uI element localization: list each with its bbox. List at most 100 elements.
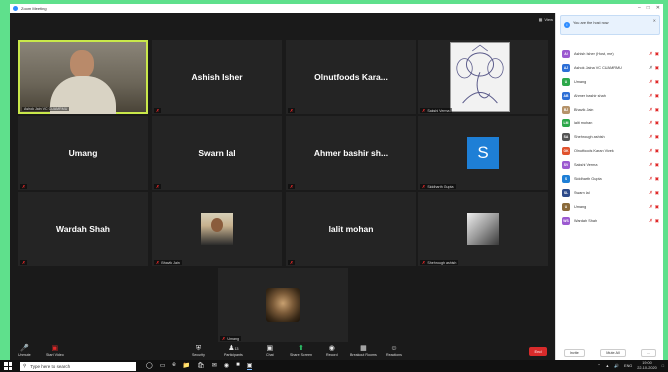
mic-muted-icon: ✗	[222, 336, 226, 341]
windows-start-icon[interactable]	[4, 362, 12, 370]
more-button[interactable]: ...	[641, 349, 657, 357]
participant-tile[interactable]: Wardah Shah ✗	[18, 192, 148, 266]
participant-tile[interactable]: lalit mohan ✗	[286, 192, 416, 266]
chevron-up-icon[interactable]: ⌃	[597, 363, 600, 368]
tile-label: Ashok Jain VC CUAMRMU	[22, 107, 70, 111]
mic-icon[interactable]: ✗	[649, 65, 653, 71]
video-off-icon[interactable]: ▣	[655, 204, 659, 210]
tile-label: ✗ Sakshi Verma	[420, 108, 452, 113]
language-indicator[interactable]: ENG	[624, 364, 632, 368]
reactions-button[interactable]: ☺ Reactions	[386, 345, 402, 357]
shield-icon: ⛨	[195, 345, 202, 352]
video-off-icon[interactable]: ▣	[655, 176, 659, 182]
record-button[interactable]: ◉ Record	[326, 345, 338, 357]
participant-tile[interactable]: Ahmer bashir sh... ✗	[286, 116, 416, 190]
participant-row[interactable]: LM lalit mohan ✗ ▣	[556, 116, 663, 130]
mic-muted-icon[interactable]: ✗	[649, 93, 653, 99]
participant-row[interactable]: SV Sakshi Verma ✗ ▣	[556, 158, 663, 172]
mic-muted-icon[interactable]: ✗	[649, 176, 653, 182]
video-off-icon[interactable]: ▣	[655, 51, 659, 57]
mic-muted-icon[interactable]: ✗	[649, 107, 653, 113]
participant-tile[interactable]: ✗ Bhavik Jain	[152, 192, 282, 266]
participant-row[interactable]: AI Ashish Isher (Host, me) ✗ ▣	[556, 47, 663, 61]
tile-label: ✗	[154, 184, 162, 189]
participant-tile[interactable]: ✗ Umang	[218, 268, 348, 342]
start-video-button[interactable]: ▣ Start Video	[46, 345, 64, 357]
chat-button[interactable]: ▣ Chat	[266, 345, 274, 357]
video-off-icon[interactable]: ▣	[655, 218, 659, 224]
edge-icon[interactable]: e	[172, 362, 175, 370]
avatar: WS	[562, 216, 570, 225]
participants-button[interactable]: ♟13 Participants	[224, 345, 243, 357]
unmute-button[interactable]: 🎤 Unmute	[18, 345, 31, 357]
close-button[interactable]: ✕	[656, 5, 660, 11]
app-icon[interactable]: ■	[236, 362, 240, 370]
tile-label: ✗ Umang	[220, 336, 241, 341]
breakout-rooms-button[interactable]: ▦ Breakout Rooms	[350, 345, 377, 357]
taskbar-search-box[interactable]: ⚲ Type here to search	[20, 361, 136, 371]
participant-tile[interactable]: Swarn lal ✗	[152, 116, 282, 190]
mail-icon[interactable]: ✉	[212, 362, 217, 370]
participant-row[interactable]: BJ Bhavik Jain ✗ ▣	[556, 103, 663, 117]
clock[interactable]: 19:00 22-10-2020	[637, 361, 656, 370]
video-off-icon[interactable]: ▣	[655, 107, 659, 113]
network-icon[interactable]: ▲	[606, 364, 610, 368]
participant-row[interactable]: WS Wardah Shah ✗ ▣	[556, 214, 663, 228]
participant-tile[interactable]: Ashok Jain VC CUAMRMU	[18, 40, 148, 114]
video-off-icon[interactable]: ▣	[655, 190, 659, 196]
mic-muted-icon: ✗	[22, 260, 26, 265]
participant-row[interactable]: SL Swarn lal ✗ ▣	[556, 186, 663, 200]
video-off-icon[interactable]: ▣	[655, 134, 659, 140]
zoom-window: Zoom Meeting – □ ✕ ▦ View Ashok Jain VC …	[10, 4, 663, 360]
video-off-icon[interactable]: ▣	[655, 120, 659, 126]
mic-muted-icon[interactable]: ✗	[649, 218, 653, 224]
participant-name: Wardah Shah	[56, 224, 110, 234]
participant-tile[interactable]: ✗ Shehrough ashish	[418, 192, 548, 266]
chrome-icon[interactable]: ◉	[224, 362, 229, 370]
mic-muted-icon[interactable]: ✗	[649, 51, 653, 57]
mute-all-button[interactable]: Mute All	[600, 349, 626, 357]
video-off-icon[interactable]: ▣	[655, 162, 659, 168]
close-notification-icon[interactable]: ✕	[653, 18, 656, 23]
mic-muted-icon[interactable]: ✗	[649, 134, 653, 140]
participant-row[interactable]: AB Ahmer bashir shah ✗ ▣	[556, 89, 663, 103]
mic-muted-icon[interactable]: ✗	[649, 120, 653, 126]
breakout-rooms-icon: ▦	[360, 345, 367, 352]
participant-tile[interactable]: Ashish Isher ✗	[152, 40, 282, 114]
participant-tile[interactable]: Olnutfoods Kara... ✗	[286, 40, 416, 114]
participant-row[interactable]: U Umang ✗ ▣	[556, 75, 663, 89]
video-off-icon[interactable]: ▣	[655, 65, 659, 71]
task-view-icon[interactable]: ◯	[146, 362, 153, 370]
invite-button[interactable]: Invite	[563, 349, 585, 357]
participant-tile[interactable]: Umang ✗	[18, 116, 148, 190]
maximize-button[interactable]: □	[647, 5, 650, 11]
mic-muted-icon: ✗	[22, 184, 26, 189]
participant-row[interactable]: U Umang ✗ ▣	[556, 200, 663, 214]
participant-tile[interactable]: S ✗ Siddharth Gupta	[418, 116, 548, 190]
store-icon[interactable]: 🛍	[197, 362, 205, 370]
participant-tile[interactable]: ✗ Sakshi Verma	[418, 40, 548, 114]
participant-row[interactable]: S Siddharth Gupta ✗ ▣	[556, 172, 663, 186]
mic-muted-icon[interactable]: ✗	[649, 204, 653, 210]
mic-muted-icon[interactable]: ✗	[649, 148, 653, 154]
end-meeting-button[interactable]: End	[529, 347, 547, 356]
notification-icon[interactable]: □	[662, 364, 664, 368]
cortana-icon[interactable]: ▭	[160, 362, 166, 370]
volume-icon[interactable]: 🔊	[614, 363, 619, 368]
share-screen-button[interactable]: ⬆ Share Screen	[290, 345, 312, 357]
participant-row[interactable]: SA Shehrough ashish ✗ ▣	[556, 130, 663, 144]
video-off-icon[interactable]: ▣	[655, 148, 659, 154]
mic-muted-icon[interactable]: ✗	[649, 190, 653, 196]
participant-row[interactable]: AJ Ashok Jaina VC CUAMRMU ✗ ▣	[556, 61, 663, 75]
view-button[interactable]: ▦ View	[539, 17, 553, 22]
mic-muted-icon[interactable]: ✗	[649, 79, 653, 85]
participant-row[interactable]: OK Olnutfoods Karan Vivek ✗ ▣	[556, 144, 663, 158]
minimize-button[interactable]: –	[638, 5, 641, 11]
zoom-taskbar-icon[interactable]: ▣	[246, 362, 253, 370]
security-button[interactable]: ⛨ Security	[192, 345, 205, 357]
video-off-icon: ▣	[51, 345, 59, 352]
video-off-icon[interactable]: ▣	[655, 79, 659, 85]
video-off-icon[interactable]: ▣	[655, 93, 659, 99]
file-explorer-icon[interactable]: 📁	[183, 362, 190, 370]
mic-muted-icon[interactable]: ✗	[649, 162, 653, 168]
